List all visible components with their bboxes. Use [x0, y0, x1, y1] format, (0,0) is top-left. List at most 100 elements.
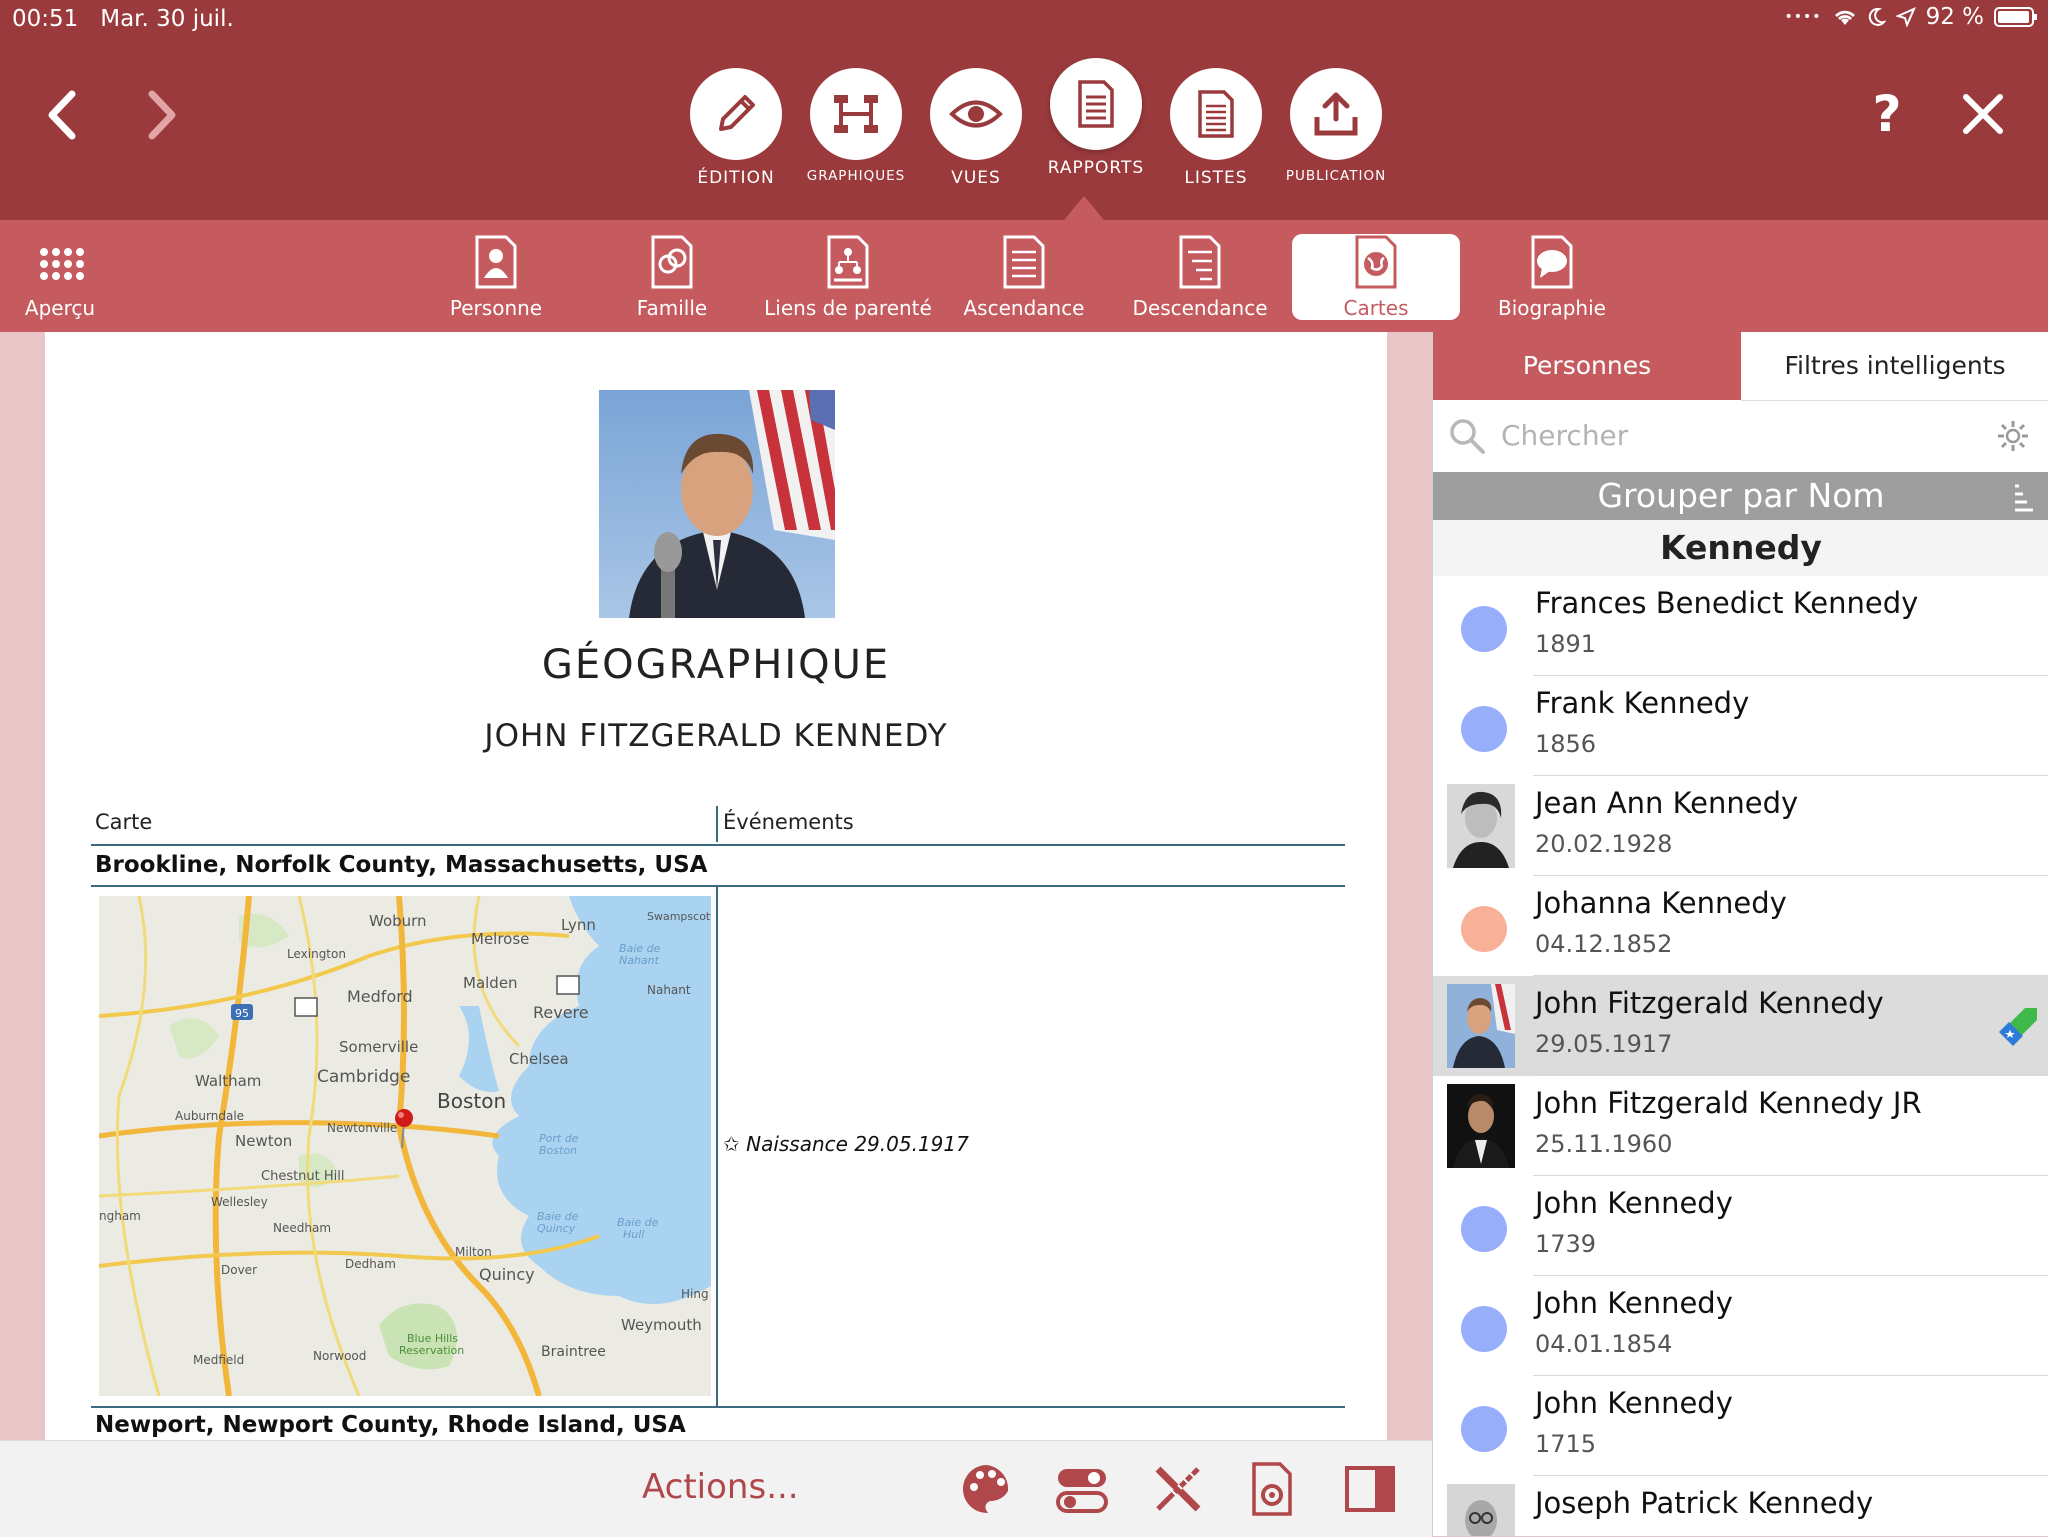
svg-text:Hing: Hing — [681, 1287, 709, 1301]
svg-text:Newtonville: Newtonville — [327, 1121, 397, 1135]
report-cartes[interactable]: Cartes — [1292, 234, 1460, 320]
biography-report-icon — [1530, 234, 1574, 290]
bookmark-tag-icon[interactable] — [1995, 1004, 2041, 1050]
svg-text:Boston: Boston — [437, 1089, 506, 1113]
person-row[interactable]: John Kennedy 04.01.1854 — [1433, 1276, 2048, 1376]
column-map-header: Carte — [95, 810, 153, 834]
svg-text:Dover: Dover — [221, 1263, 257, 1277]
svg-text:Wellesley: Wellesley — [211, 1195, 268, 1209]
sort-icon[interactable] — [2013, 482, 2035, 512]
grid-icon — [38, 234, 84, 290]
svg-text:Boston: Boston — [539, 1144, 577, 1157]
person-row[interactable]: Joseph Patrick Kennedy — [1433, 1476, 2048, 1536]
svg-text:Cambridge: Cambridge — [317, 1067, 410, 1087]
person-row[interactable]: John Fitzgerald Kennedy JR 25.11.1960 — [1433, 1076, 2048, 1176]
svg-text:Auburndale: Auburndale — [175, 1109, 244, 1123]
liens-label: Liens de parenté — [764, 296, 932, 320]
report-page[interactable]: GÉOGRAPHIQUE JOHN FITZGERALD KENNEDY Car… — [45, 332, 1387, 1440]
battery-percent: 92 % — [1925, 4, 1984, 30]
pencil-icon — [690, 68, 782, 160]
svg-text:Lexington: Lexington — [287, 947, 346, 961]
svg-text:ngham: ngham — [99, 1209, 141, 1223]
location-icon — [1895, 7, 1916, 27]
location-map[interactable]: Woburn Lynn Swampscott Lexington Melrose… — [99, 896, 711, 1396]
person-row[interactable]: Frances Benedict Kennedy 1891 — [1433, 576, 2048, 676]
palette-icon[interactable] — [958, 1461, 1014, 1517]
svg-text:Somerville: Somerville — [339, 1038, 418, 1056]
search-input[interactable] — [1499, 414, 1973, 456]
overview-button[interactable]: Aperçu — [0, 234, 144, 320]
eye-icon — [930, 68, 1022, 160]
person-row[interactable]: John Kennedy 1715 — [1433, 1376, 2048, 1476]
relationship-report-icon — [826, 234, 870, 290]
tool-vues[interactable]: VUES — [916, 68, 1036, 188]
actions-button[interactable]: Actions... — [642, 1467, 799, 1507]
avatar-male-placeholder — [1461, 606, 1507, 652]
report-descendance[interactable]: Descendance — [1116, 234, 1284, 320]
header-rule — [91, 844, 1345, 846]
person-name: Joseph Patrick Kennedy — [1535, 1486, 1874, 1520]
tool-rapports[interactable]: RAPPORTS — [1036, 58, 1156, 178]
report-personne[interactable]: Personne — [412, 234, 580, 320]
document-settings-icon[interactable] — [1246, 1461, 1302, 1517]
svg-text:Hull: Hull — [623, 1228, 644, 1241]
tool-graphiques[interactable]: GRAPHIQUES — [796, 68, 916, 184]
person-name: John Kennedy — [1535, 1186, 1733, 1220]
svg-text:95: 95 — [235, 1007, 249, 1020]
person-row[interactable]: Frank Kennedy 1856 — [1433, 676, 2048, 776]
list-icon — [1170, 68, 1262, 160]
help-button[interactable]: ? — [1858, 82, 1916, 146]
person-row[interactable]: Jean Ann Kennedy 20.02.1928 — [1433, 776, 2048, 876]
event-birth: ✩ Naissance 29.05.1917 — [723, 1132, 969, 1156]
person-name: John Kennedy — [1535, 1286, 1733, 1320]
svg-text:Malden: Malden — [463, 974, 518, 992]
report-subject: JOHN FITZGERALD KENNEDY — [484, 718, 948, 754]
report-biographie[interactable]: Biographie — [1468, 234, 1636, 320]
svg-text:Chelsea: Chelsea — [509, 1050, 569, 1068]
avatar-male-placeholder — [1461, 1306, 1507, 1352]
group-by-bar[interactable]: Grouper par Nom — [1433, 472, 2048, 520]
svg-text:Quincy: Quincy — [479, 1265, 535, 1284]
section-header: Kennedy — [1433, 520, 2048, 576]
biographie-label: Biographie — [1498, 296, 1606, 320]
upload-icon — [1290, 68, 1382, 160]
tool-publication[interactable]: PUBLICATION — [1276, 68, 1396, 184]
person-row[interactable]: Johanna Kennedy 04.12.1852 — [1433, 876, 2048, 976]
tab-filtres-intelligents[interactable]: Filtres intelligents — [1741, 332, 2048, 401]
person-row[interactable]: John Kennedy 1739 — [1433, 1176, 2048, 1276]
svg-text:Weymouth: Weymouth — [621, 1316, 702, 1334]
svg-text:Lynn: Lynn — [561, 916, 596, 934]
report-liens-parente[interactable]: Liens de parenté — [764, 234, 932, 320]
person-date: 25.11.1960 — [1535, 1130, 1673, 1158]
chevron-left-icon — [48, 90, 76, 140]
main-tools: ÉDITION GRAPHIQUES VUES RAPPORTS LISTES — [676, 58, 1385, 188]
gear-icon[interactable] — [1995, 418, 2031, 454]
design-tools-icon[interactable] — [1150, 1461, 1206, 1517]
person-name: Frank Kennedy — [1535, 686, 1750, 720]
person-row-selected[interactable]: John Fitzgerald Kennedy 29.05.1917 — [1433, 976, 2048, 1076]
report-icon — [1050, 58, 1142, 150]
avatar-photo — [1447, 984, 1515, 1068]
signal-icon: •••• — [1784, 9, 1822, 25]
person-name: Frances Benedict Kennedy — [1535, 586, 1919, 620]
svg-text:Woburn: Woburn — [369, 912, 427, 930]
toggles-icon[interactable] — [1054, 1461, 1110, 1517]
tool-edition[interactable]: ÉDITION — [676, 68, 796, 188]
close-icon — [1963, 94, 2003, 134]
back-button[interactable] — [38, 86, 88, 144]
cartes-label: Cartes — [1343, 296, 1409, 320]
portrait-photo — [599, 390, 835, 618]
svg-text:Reservation: Reservation — [399, 1344, 464, 1357]
svg-text:Newton: Newton — [235, 1132, 292, 1150]
sidebar-toggle-icon[interactable] — [1342, 1461, 1398, 1517]
report-famille[interactable]: Famille — [588, 234, 756, 320]
chevron-right-icon — [148, 90, 176, 140]
ancestry-report-icon — [1002, 234, 1046, 290]
person-date: 29.05.1917 — [1535, 1030, 1673, 1058]
tool-listes[interactable]: LISTES — [1156, 68, 1276, 188]
close-button[interactable] — [1954, 82, 2012, 146]
tab-personnes[interactable]: Personnes — [1433, 332, 1741, 400]
report-ascendance[interactable]: Ascendance — [940, 234, 1108, 320]
person-name: Jean Ann Kennedy — [1535, 786, 1799, 820]
forward-button[interactable] — [136, 86, 186, 144]
